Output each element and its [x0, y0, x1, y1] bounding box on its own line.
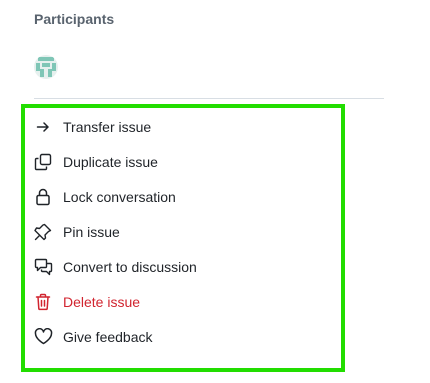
lock-conversation-label: Lock conversation — [63, 188, 176, 205]
trash-icon — [33, 292, 53, 312]
pin-issue-label: Pin issue — [63, 223, 120, 240]
transfer-issue-label: Transfer issue — [63, 118, 152, 135]
lock-icon — [33, 187, 53, 207]
duplicate-issue-label: Duplicate issue — [63, 153, 158, 170]
pin-icon — [33, 222, 53, 242]
lock-conversation-item[interactable]: Lock conversation — [33, 179, 323, 214]
give-feedback-item[interactable]: Give feedback — [33, 319, 323, 354]
heart-icon — [33, 327, 53, 347]
delete-issue-label: Delete issue — [63, 293, 141, 310]
duplicate-issue-item[interactable]: Duplicate issue — [33, 144, 323, 179]
convert-to-discussion-label: Convert to discussion — [63, 258, 197, 275]
arrow-right-icon — [33, 117, 53, 137]
participants-heading: Participants — [34, 11, 115, 27]
convert-to-discussion-item[interactable]: Convert to discussion — [33, 249, 323, 284]
pin-issue-item[interactable]: Pin issue — [33, 214, 323, 249]
sidebar-divider — [34, 98, 384, 99]
give-feedback-label: Give feedback — [63, 328, 153, 345]
comment-discussion-icon — [33, 257, 53, 277]
transfer-issue-item[interactable]: Transfer issue — [33, 109, 323, 144]
copy-icon — [33, 152, 53, 172]
participant-avatar[interactable] — [34, 55, 58, 79]
issue-actions-menu: Transfer issue Duplicate issue Lock conv… — [33, 109, 323, 354]
delete-issue-item[interactable]: Delete issue — [33, 284, 323, 319]
